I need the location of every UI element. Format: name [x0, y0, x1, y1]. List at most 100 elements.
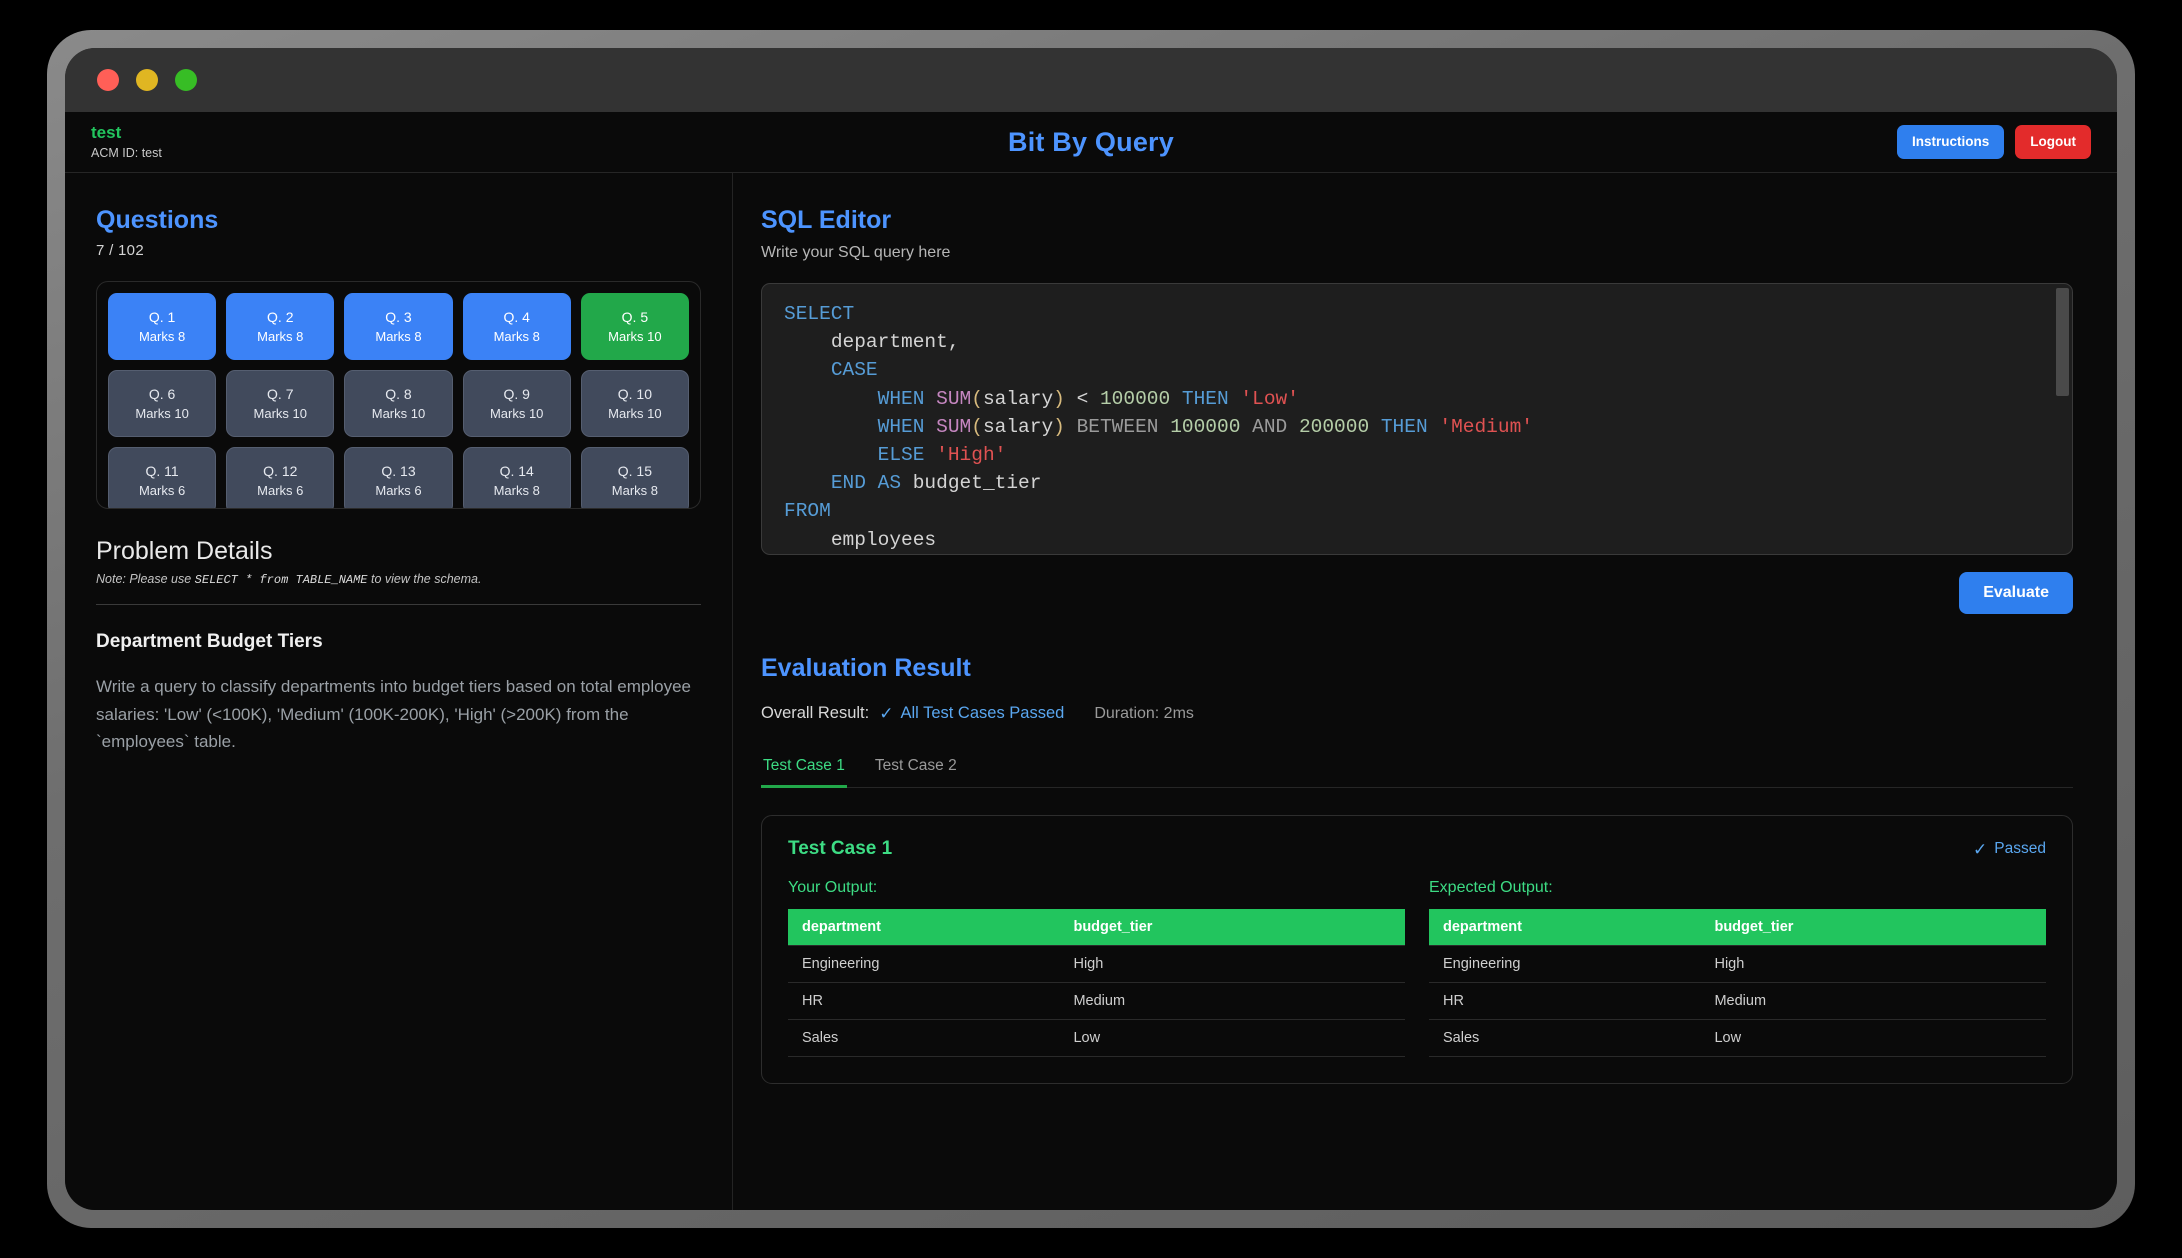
code-line: SELECT — [784, 300, 2050, 328]
evaluate-row: Evaluate — [761, 572, 2073, 614]
column-header: department — [788, 909, 1059, 946]
table-header-row: departmentbudget_tier — [788, 909, 1405, 946]
overall-result-status: ✓ All Test Cases Passed — [879, 704, 1064, 723]
question-number: Q. 1 — [149, 309, 175, 325]
testcase-tab[interactable]: Test Case 1 — [761, 751, 847, 788]
sql-editor[interactable]: SELECT department, CASE WHEN SUM(salary)… — [761, 283, 2073, 555]
table-cell: Sales — [1429, 1020, 1700, 1057]
questions-grid-container[interactable]: Q. 1 Marks 8 Q. 2 Marks 8 Q. 3 Marks 8 Q. 4Mar… — [96, 281, 701, 509]
code-line: END AS budget_tier — [784, 469, 2050, 497]
question-number: Q. 2 — [267, 309, 293, 325]
main-split: Questions 7 / 102 Q. 1Marks 8Q. 2Marks 8… — [65, 173, 2117, 1210]
your-output-label: Your Output: — [788, 879, 1405, 897]
question-marks: Marks 8 — [139, 329, 185, 344]
duration-text: Duration: 2ms — [1094, 705, 1194, 723]
question-number: Q. 3 — [385, 309, 411, 325]
evaluate-button[interactable]: Evaluate — [1959, 572, 2073, 614]
logout-button[interactable]: Logout — [2015, 125, 2091, 159]
user-name: test — [91, 123, 162, 143]
questions-heading: Questions — [96, 206, 701, 235]
testcase-outputs: Your Output: departmentbudget_tier Engin… — [788, 879, 2046, 1057]
question-card[interactable]: Q. 12 Marks 6 — [226, 447, 334, 509]
sql-editor-subtitle: Write your SQL query here — [761, 244, 2073, 262]
question-number: Q. 11 — [145, 463, 178, 479]
question-number: Q. 10 — [618, 386, 652, 402]
question-card[interactable]: Q. 3 Marks 8 — [344, 293, 452, 360]
table-header-row: departmentbudget_tier — [1429, 909, 2046, 946]
problem-schema-note: Note: Please use SELECT * from TABLE_NAM… — [96, 572, 701, 587]
problem-details: Problem Details Note: Please use SELECT … — [96, 537, 701, 756]
expected-output-block: Expected Output: departmentbudget_tier E… — [1429, 879, 2046, 1057]
code-line: ELSE 'High' — [784, 441, 2050, 469]
question-card[interactable]: Q. 9 Marks 10 — [463, 370, 571, 437]
divider — [96, 604, 701, 605]
code-line: WHEN SUM(salary) BETWEEN 100000 AND 2000… — [784, 413, 2050, 441]
user-info: test ACM ID: test — [91, 123, 162, 161]
table-cell: Engineering — [788, 946, 1059, 983]
table-cell: High — [1700, 946, 2046, 983]
question-card[interactable]: Q. 1 Marks 8 — [108, 293, 216, 360]
question-number: Q. 9 — [503, 386, 529, 402]
testcase-tab[interactable]: Test Case 2 — [873, 751, 959, 788]
question-card[interactable]: Q. 5 Marks 10 — [581, 293, 689, 360]
sql-editor-heading: SQL Editor — [761, 206, 2073, 235]
evaluation-result-heading: Evaluation Result — [761, 654, 2073, 683]
question-card[interactable]: Q. 7Marks 10 — [226, 370, 334, 437]
question-card[interactable]: Q. 4Marks 8 — [463, 293, 571, 360]
problem-details-heading: Problem Details — [96, 537, 701, 566]
instructions-button[interactable]: Instructions — [1897, 125, 2004, 159]
minimize-window-icon[interactable] — [136, 69, 158, 91]
code-line: WHEN SUM(salary) < 100000 THEN 'Low' — [784, 385, 2050, 413]
table-row: EngineeringHigh — [1429, 946, 2046, 983]
problem-description: Write a query to classify departments in… — [96, 673, 701, 756]
expected-output-table: departmentbudget_tier EngineeringHighHRM… — [1429, 909, 2046, 1057]
question-card[interactable]: Q. 6Marks 10 — [108, 370, 216, 437]
question-number: Q. 7 — [267, 386, 293, 402]
question-marks: Marks 6 — [257, 483, 303, 498]
question-marks: Marks 10 — [608, 329, 661, 344]
code-line: department, — [784, 328, 2050, 356]
code-line: CASE — [784, 356, 2050, 384]
close-window-icon[interactable] — [97, 69, 119, 91]
question-marks: Marks 6 — [139, 483, 185, 498]
question-marks: Marks 8 — [494, 483, 540, 498]
sql-code-content[interactable]: SELECT department, CASE WHEN SUM(salary)… — [762, 284, 2072, 555]
question-marks: Marks 8 — [375, 329, 421, 344]
sql-editor-scrollbar[interactable] — [2056, 288, 2069, 550]
question-card[interactable]: Q. 2 Marks 8 — [226, 293, 334, 360]
table-row: SalesLow — [1429, 1020, 2046, 1057]
evaluation-section: Evaluation Result Overall Result: ✓ All … — [761, 654, 2073, 1084]
column-header: budget_tier — [1700, 909, 2046, 946]
question-card[interactable]: Q. 14Marks 8 — [463, 447, 571, 509]
scrollbar-thumb[interactable] — [2056, 288, 2069, 396]
maximize-window-icon[interactable] — [175, 69, 197, 91]
question-marks: Marks 6 — [375, 483, 421, 498]
table-body: EngineeringHighHRMediumSalesLow — [1429, 946, 2046, 1057]
testcase-tabs: Test Case 1 Test Case 2 — [761, 751, 2073, 788]
expected-output-label: Expected Output: — [1429, 879, 2046, 897]
question-card[interactable]: Q. 11 Marks 6 — [108, 447, 216, 509]
check-icon: ✓ — [879, 705, 893, 722]
question-number: Q. 5 — [622, 309, 648, 325]
question-number: Q. 6 — [149, 386, 175, 402]
your-output-block: Your Output: departmentbudget_tier Engin… — [788, 879, 1405, 1057]
testcase-title: Test Case 1 — [788, 838, 892, 860]
question-marks: Marks 10 — [490, 406, 543, 421]
questions-panel: Questions 7 / 102 Q. 1Marks 8Q. 2Marks 8… — [65, 173, 733, 1210]
problem-title: Department Budget Tiers — [96, 631, 701, 653]
page-title: Bit By Query — [65, 127, 2117, 158]
question-number: Q. 8 — [385, 386, 411, 402]
table-row: HRMedium — [1429, 983, 2046, 1020]
question-card[interactable]: Q. 15Marks 8 — [581, 447, 689, 509]
table-cell: Low — [1700, 1020, 2046, 1057]
question-marks: Marks 8 — [257, 329, 303, 344]
question-number: Q. 12 — [263, 463, 297, 479]
editor-panel: SQL Editor Write your SQL query here SEL… — [733, 173, 2117, 1210]
question-card[interactable]: Q. 8Marks 10 — [344, 370, 452, 437]
note-suffix: to view the schema. — [368, 572, 482, 586]
code-line: employees — [784, 526, 2050, 554]
question-card[interactable]: Q. 13Marks 6 — [344, 447, 452, 509]
window-titlebar — [65, 48, 2117, 112]
testcase-card: Test Case 1 ✓ Passed Your Output: — [761, 815, 2073, 1084]
question-card[interactable]: Q. 10Marks 10 — [581, 370, 689, 437]
